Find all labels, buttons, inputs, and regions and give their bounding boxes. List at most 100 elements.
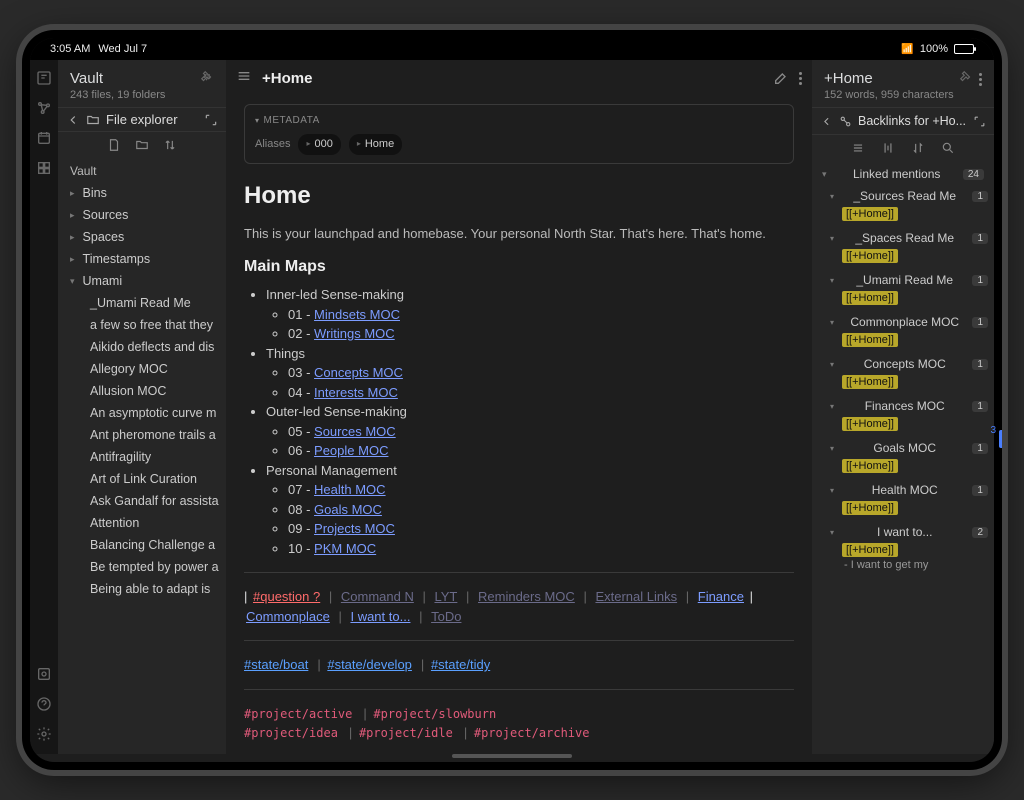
mention-item[interactable]: Goals MOC1[[+Home]] <box>818 437 988 479</box>
folder-umami[interactable]: Umami <box>62 270 222 292</box>
folder-bins[interactable]: Bins <box>62 182 222 204</box>
link-pkm[interactable]: PKM MOC <box>314 541 376 556</box>
metadata-block[interactable]: METADATA Aliases 000 Home <box>244 104 794 164</box>
graph-icon[interactable] <box>36 100 52 116</box>
settings-icon[interactable] <box>36 726 52 742</box>
left-sidebar: Vault 243 files, 19 folders File explore… <box>58 60 226 754</box>
file-item[interactable]: Being able to adapt is <box>62 578 222 600</box>
expand-icon[interactable] <box>973 115 986 128</box>
home-indicator[interactable] <box>452 754 572 758</box>
file-item[interactable]: Ant pheromone trails a <box>62 424 222 446</box>
expand-icon[interactable] <box>204 113 218 127</box>
back-icon[interactable] <box>66 113 80 127</box>
link-concepts[interactable]: Concepts MOC <box>314 365 403 380</box>
folder-sources[interactable]: Sources <box>62 204 222 226</box>
vault-stats: 243 files, 19 folders <box>70 89 165 101</box>
note-h1: Home <box>244 178 794 214</box>
link-interests[interactable]: Interests MOC <box>314 385 398 400</box>
battery-percent: 100% <box>920 43 948 55</box>
new-folder-icon[interactable] <box>135 138 149 152</box>
edit-icon[interactable] <box>773 70 789 86</box>
quick-link[interactable]: External Links <box>595 589 677 604</box>
metadata-key: Aliases <box>255 136 290 153</box>
mention-item[interactable]: Health MOC1[[+Home]] <box>818 479 988 521</box>
edge-tab-indicator[interactable] <box>999 430 1002 448</box>
mention-item[interactable]: Finances MOC1[[+Home]] <box>818 395 988 437</box>
help-icon[interactable] <box>36 696 52 712</box>
tag-project[interactable]: #project/active <box>244 707 352 721</box>
mention-item[interactable]: _Umami Read Me1[[+Home]] <box>818 269 988 311</box>
alias-pill[interactable]: 000 <box>298 134 340 155</box>
mention-item[interactable]: I want to...2[[+Home]]- I want to get my <box>818 521 988 577</box>
pin-icon[interactable] <box>959 70 973 89</box>
tag-project[interactable]: #project/idle <box>359 726 453 740</box>
file-item[interactable]: Be tempted by power a <box>62 556 222 578</box>
hamburger-icon[interactable] <box>236 68 252 89</box>
linked-mentions-label[interactable]: Linked mentions <box>853 167 940 181</box>
quick-link[interactable]: ToDo <box>431 609 461 624</box>
file-item[interactable]: Art of Link Curation <box>62 468 222 490</box>
file-item[interactable]: Attention <box>62 512 222 534</box>
file-item[interactable]: Aikido deflects and dis <box>62 336 222 358</box>
pin-icon[interactable] <box>200 70 214 89</box>
mention-item[interactable]: Commonplace MOC1[[+Home]] <box>818 311 988 353</box>
link-goals[interactable]: Goals MOC <box>314 502 382 517</box>
daily-note-icon[interactable] <box>36 130 52 146</box>
note-content[interactable]: METADATA Aliases 000 Home Home This is y… <box>226 96 812 754</box>
file-item[interactable]: Allegory MOC <box>62 358 222 380</box>
file-item[interactable]: Allusion MOC <box>62 380 222 402</box>
tag-project[interactable]: #project/archive <box>474 726 590 740</box>
sort-icon[interactable] <box>163 138 177 152</box>
mention-item[interactable]: Concepts MOC1[[+Home]] <box>818 353 988 395</box>
map-group: Outer-led Sense-making <box>266 404 407 419</box>
backlinks-label: Backlinks for +Ho... <box>858 114 966 128</box>
more-icon[interactable] <box>799 72 802 85</box>
file-item[interactable]: a few so free that they <box>62 314 222 336</box>
link-projects[interactable]: Projects MOC <box>314 521 395 536</box>
more-icon[interactable] <box>979 73 982 86</box>
editor-pane: +Home METADATA Aliases 000 Home Home T <box>226 60 812 754</box>
linked-count: 24 <box>963 169 984 180</box>
file-item[interactable]: Balancing Challenge a <box>62 534 222 556</box>
link-people[interactable]: People MOC <box>314 443 388 458</box>
alias-pill[interactable]: Home <box>349 134 402 155</box>
quick-link[interactable]: Reminders MOC <box>478 589 575 604</box>
mention-item[interactable]: _Spaces Read Me1[[+Home]] <box>818 227 988 269</box>
file-item[interactable]: Antifragility <box>62 446 222 468</box>
tag-project[interactable]: #project/idea <box>244 726 338 740</box>
quick-link[interactable]: Command N <box>341 589 414 604</box>
link-writings[interactable]: Writings MOC <box>314 326 395 341</box>
file-item[interactable]: An asymptotic curve m <box>62 402 222 424</box>
folder-spaces[interactable]: Spaces <box>62 226 222 248</box>
template-icon[interactable] <box>36 160 52 176</box>
file-item[interactable]: _Umami Read Me <box>62 292 222 314</box>
tag-state[interactable]: #state/tidy <box>431 657 490 672</box>
file-item[interactable]: Ask Gandalf for assista <box>62 490 222 512</box>
map-group: Inner-led Sense-making <box>266 287 404 302</box>
quick-switcher-icon[interactable] <box>36 70 52 86</box>
link-mindsets[interactable]: Mindsets MOC <box>314 307 400 322</box>
vault-icon[interactable] <box>36 666 52 682</box>
quick-link[interactable]: Commonplace <box>246 609 330 624</box>
quick-link[interactable]: LYT <box>434 589 457 604</box>
right-title: +Home <box>824 70 954 87</box>
new-note-icon[interactable] <box>107 138 121 152</box>
link-question-tag[interactable]: #question ? <box>253 589 320 604</box>
note-title[interactable]: +Home <box>262 70 763 87</box>
right-sidebar: +Home 152 words, 959 characters Backlink… <box>812 60 994 754</box>
folder-timestamps[interactable]: Timestamps <box>62 248 222 270</box>
context-icon[interactable] <box>881 141 895 155</box>
quick-link[interactable]: I want to... <box>350 609 410 624</box>
link-sources[interactable]: Sources MOC <box>314 424 396 439</box>
search-icon[interactable] <box>941 141 955 155</box>
tag-state[interactable]: #state/develop <box>327 657 412 672</box>
tree-root[interactable]: Vault <box>62 160 222 182</box>
sort-icon[interactable] <box>911 141 925 155</box>
collapse-icon[interactable] <box>851 141 865 155</box>
link-health[interactable]: Health MOC <box>314 482 386 497</box>
tag-state[interactable]: #state/boat <box>244 657 308 672</box>
tag-project[interactable]: #project/slowburn <box>373 707 496 721</box>
back-icon[interactable] <box>820 115 833 128</box>
mention-item[interactable]: _Sources Read Me1[[+Home]] <box>818 185 988 227</box>
quick-link[interactable]: Finance <box>698 589 744 604</box>
